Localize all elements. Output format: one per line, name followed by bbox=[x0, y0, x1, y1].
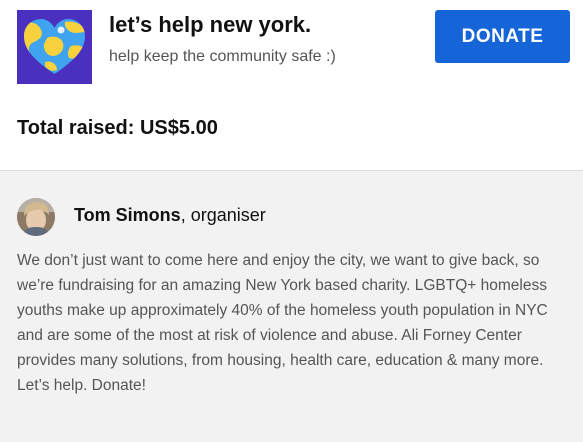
campaign-header: let’s help new york. help keep the commu… bbox=[0, 0, 583, 171]
total-raised: Total raised: US$5.00 bbox=[17, 117, 218, 139]
donate-button[interactable]: DONATE bbox=[435, 10, 570, 63]
campaign-title: let’s help new york. bbox=[109, 12, 312, 37]
organiser-name: Tom Simons bbox=[74, 205, 181, 225]
avatar bbox=[17, 198, 55, 236]
organiser-section: Tom Simons, organiser We don’t just want… bbox=[0, 171, 583, 442]
organiser-line: Tom Simons, organiser bbox=[74, 205, 266, 226]
organiser-role: , organiser bbox=[180, 205, 266, 225]
campaign-description: We don’t just want to come here and enjo… bbox=[17, 252, 548, 394]
campaign-subtitle: help keep the community safe :) bbox=[109, 48, 336, 65]
heart-globe-icon bbox=[17, 10, 92, 84]
